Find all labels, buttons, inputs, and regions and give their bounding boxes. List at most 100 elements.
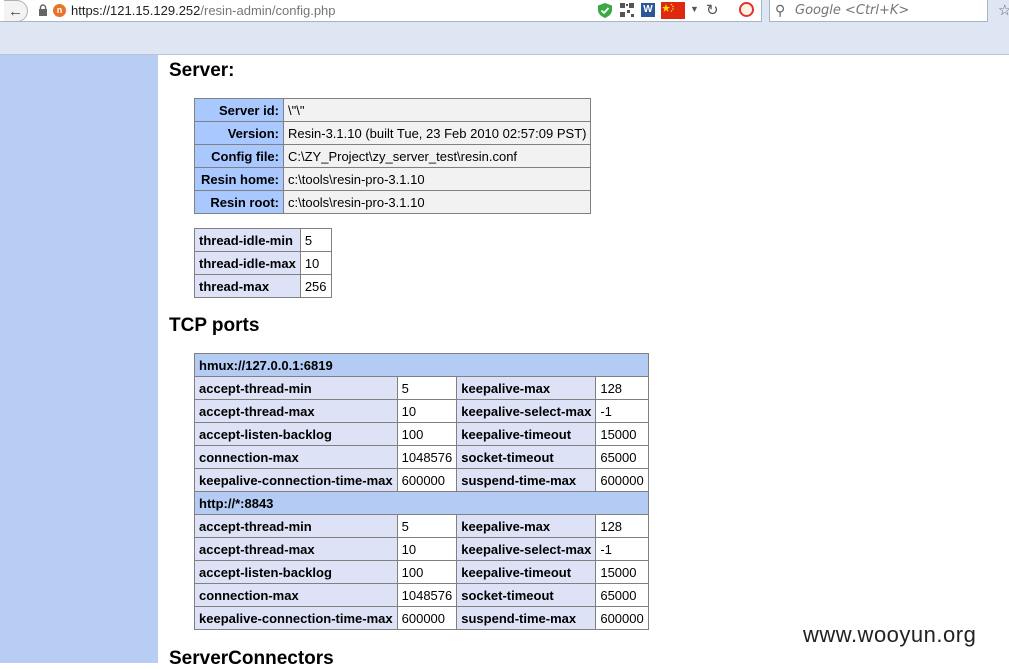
url-path: /resin-admin/config.php — [200, 3, 336, 18]
port-setting-value: 15000 — [595, 560, 649, 584]
thread-label: thread-idle-min — [194, 228, 301, 252]
port-setting-label: accept-thread-min — [194, 514, 398, 538]
china-flag-icon[interactable] — [661, 2, 685, 19]
port-setting-label: accept-listen-backlog — [194, 422, 398, 446]
port-setting-label: socket-timeout — [456, 583, 597, 607]
back-arrow-icon: ← — [8, 2, 23, 20]
port-setting-value: 65000 — [595, 445, 649, 469]
word-icon[interactable]: W — [641, 3, 655, 17]
reload-icon[interactable]: ↻ — [706, 1, 719, 19]
server-info-row: Resin root: c:\tools\resin-pro-3.1.10 — [194, 190, 592, 214]
port-setting-row: accept-thread-max 10 keepalive-select-max -… — [194, 399, 649, 423]
port-setting-label: connection-max — [194, 445, 398, 469]
port-setting-value: 100 — [396, 560, 458, 584]
port-setting-value: -1 — [595, 537, 649, 561]
port-setting-value: -1 — [595, 399, 649, 423]
chevron-down-icon[interactable]: ▼ — [690, 4, 699, 14]
server-info-row: Config file: C:\ZY_Project\zy_server_test… — [194, 144, 592, 168]
port-setting-label: keepalive-timeout — [456, 560, 597, 584]
port-setting-label: suspend-time-max — [456, 606, 597, 630]
port-setting-label: accept-listen-backlog — [194, 560, 398, 584]
port-setting-label: keepalive-connection-time-max — [194, 606, 398, 630]
back-button[interactable]: ← — [4, 0, 28, 22]
port-setting-row: keepalive-connection-time-max 600000 suspe… — [194, 468, 649, 492]
site-favicon-icon: n — [53, 4, 66, 17]
port-setting-value: 600000 — [595, 468, 649, 492]
port-setting-value: 5 — [396, 376, 458, 400]
port-setting-value: 128 — [595, 376, 649, 400]
tcp-ports-table: hmux://127.0.0.1:6819 accept-thread-min 5 k… — [194, 353, 649, 630]
port-setting-value: 1048576 — [396, 445, 458, 469]
server-info-row: Version: Resin-3.1.10 (built Tue, 23 Feb … — [194, 121, 592, 145]
url-text[interactable]: https://121.15.129.252/resin-admin/confi… — [71, 3, 336, 18]
adblock-icon[interactable] — [739, 2, 754, 17]
server-info-table: Server id: \"\" Version: Resin-3.1.10 (buil… — [194, 98, 592, 214]
port-setting-row: keepalive-connection-time-max 600000 suspe… — [194, 606, 649, 630]
search-icon[interactable]: ⚲ — [775, 2, 785, 19]
thread-value: 5 — [299, 228, 332, 252]
port-setting-value: 10 — [396, 537, 458, 561]
thread-value: 10 — [299, 251, 332, 275]
thread-row: thread-idle-max 10 — [194, 251, 332, 275]
server-info-label: Config file: — [194, 144, 284, 168]
server-info-label: Resin root: — [194, 190, 284, 214]
tcp-ports-heading: TCP ports — [169, 315, 260, 336]
port-setting-row: accept-thread-max 10 keepalive-select-max -… — [194, 537, 649, 561]
port-setting-label: keepalive-select-max — [456, 399, 597, 423]
port-setting-row: accept-thread-min 5 keepalive-max 128 — [194, 376, 649, 400]
search-input[interactable] — [795, 3, 975, 18]
port-setting-label: accept-thread-max — [194, 537, 398, 561]
thread-value: 256 — [299, 274, 332, 298]
port-setting-label: accept-thread-min — [194, 376, 398, 400]
server-info-value: C:\ZY_Project\zy_server_test\resin.conf — [282, 144, 592, 168]
shield-check-icon[interactable] — [598, 3, 612, 18]
server-info-label: Server id: — [194, 98, 284, 122]
port-setting-value: 600000 — [396, 468, 458, 492]
port-setting-row: connection-max 1048576 socket-timeout 65000 — [194, 445, 649, 469]
server-connectors-heading: ServerConnectors — [169, 648, 334, 669]
port-name: hmux://127.0.0.1:6819 — [194, 353, 649, 377]
port-setting-value: 100 — [396, 422, 458, 446]
thread-label: thread-max — [194, 274, 301, 298]
port-setting-label: accept-thread-max — [194, 399, 398, 423]
thread-row: thread-idle-min 5 — [194, 228, 332, 252]
port-setting-label: keepalive-timeout — [456, 422, 597, 446]
port-setting-label: keepalive-connection-time-max — [194, 468, 398, 492]
server-info-value: \"\" — [282, 98, 592, 122]
port-setting-row: accept-thread-min 5 keepalive-max 128 — [194, 514, 649, 538]
left-sidebar — [0, 55, 158, 663]
port-setting-label: suspend-time-max — [456, 468, 597, 492]
port-header-row: http://*:8843 — [194, 491, 649, 515]
server-info-value: c:\tools\resin-pro-3.1.10 — [282, 190, 592, 214]
server-info-label: Resin home: — [194, 167, 284, 191]
port-setting-value: 10 — [396, 399, 458, 423]
url-host: https://121.15.129.252 — [71, 3, 201, 18]
port-setting-row: accept-listen-backlog 100 keepalive-timeou… — [194, 560, 649, 584]
port-setting-value: 600000 — [396, 606, 458, 630]
server-info-row: Resin home: c:\tools\resin-pro-3.1.10 — [194, 167, 592, 191]
server-info-value: Resin-3.1.10 (built Tue, 23 Feb 2010 02:… — [282, 121, 592, 145]
port-setting-row: connection-max 1048576 socket-timeout 65000 — [194, 583, 649, 607]
lock-icon — [39, 4, 47, 16]
port-name: http://*:8843 — [194, 491, 649, 515]
port-setting-label: connection-max — [194, 583, 398, 607]
server-info-value: c:\tools\resin-pro-3.1.10 — [282, 167, 592, 191]
thread-label: thread-idle-max — [194, 251, 301, 275]
port-setting-value: 15000 — [595, 422, 649, 446]
port-setting-value: 1048576 — [396, 583, 458, 607]
port-setting-value: 128 — [595, 514, 649, 538]
bookmark-star-icon[interactable]: ☆ — [998, 1, 1009, 19]
server-info-label: Version: — [194, 121, 284, 145]
port-setting-value: 600000 — [595, 606, 649, 630]
server-heading: Server: — [169, 60, 235, 81]
port-setting-row: accept-listen-backlog 100 keepalive-timeou… — [194, 422, 649, 446]
port-setting-value: 5 — [396, 514, 458, 538]
port-header-row: hmux://127.0.0.1:6819 — [194, 353, 649, 377]
port-setting-label: socket-timeout — [456, 445, 597, 469]
port-setting-label: keepalive-select-max — [456, 537, 597, 561]
port-setting-value: 65000 — [595, 583, 649, 607]
server-info-row: Server id: \"\" — [194, 98, 592, 122]
watermark: www.wooyun.org — [803, 622, 977, 647]
qr-code-icon[interactable] — [620, 3, 634, 17]
browser-toolbar: ← n https://121.15.129.252/resin-admin/c… — [0, 0, 1009, 55]
